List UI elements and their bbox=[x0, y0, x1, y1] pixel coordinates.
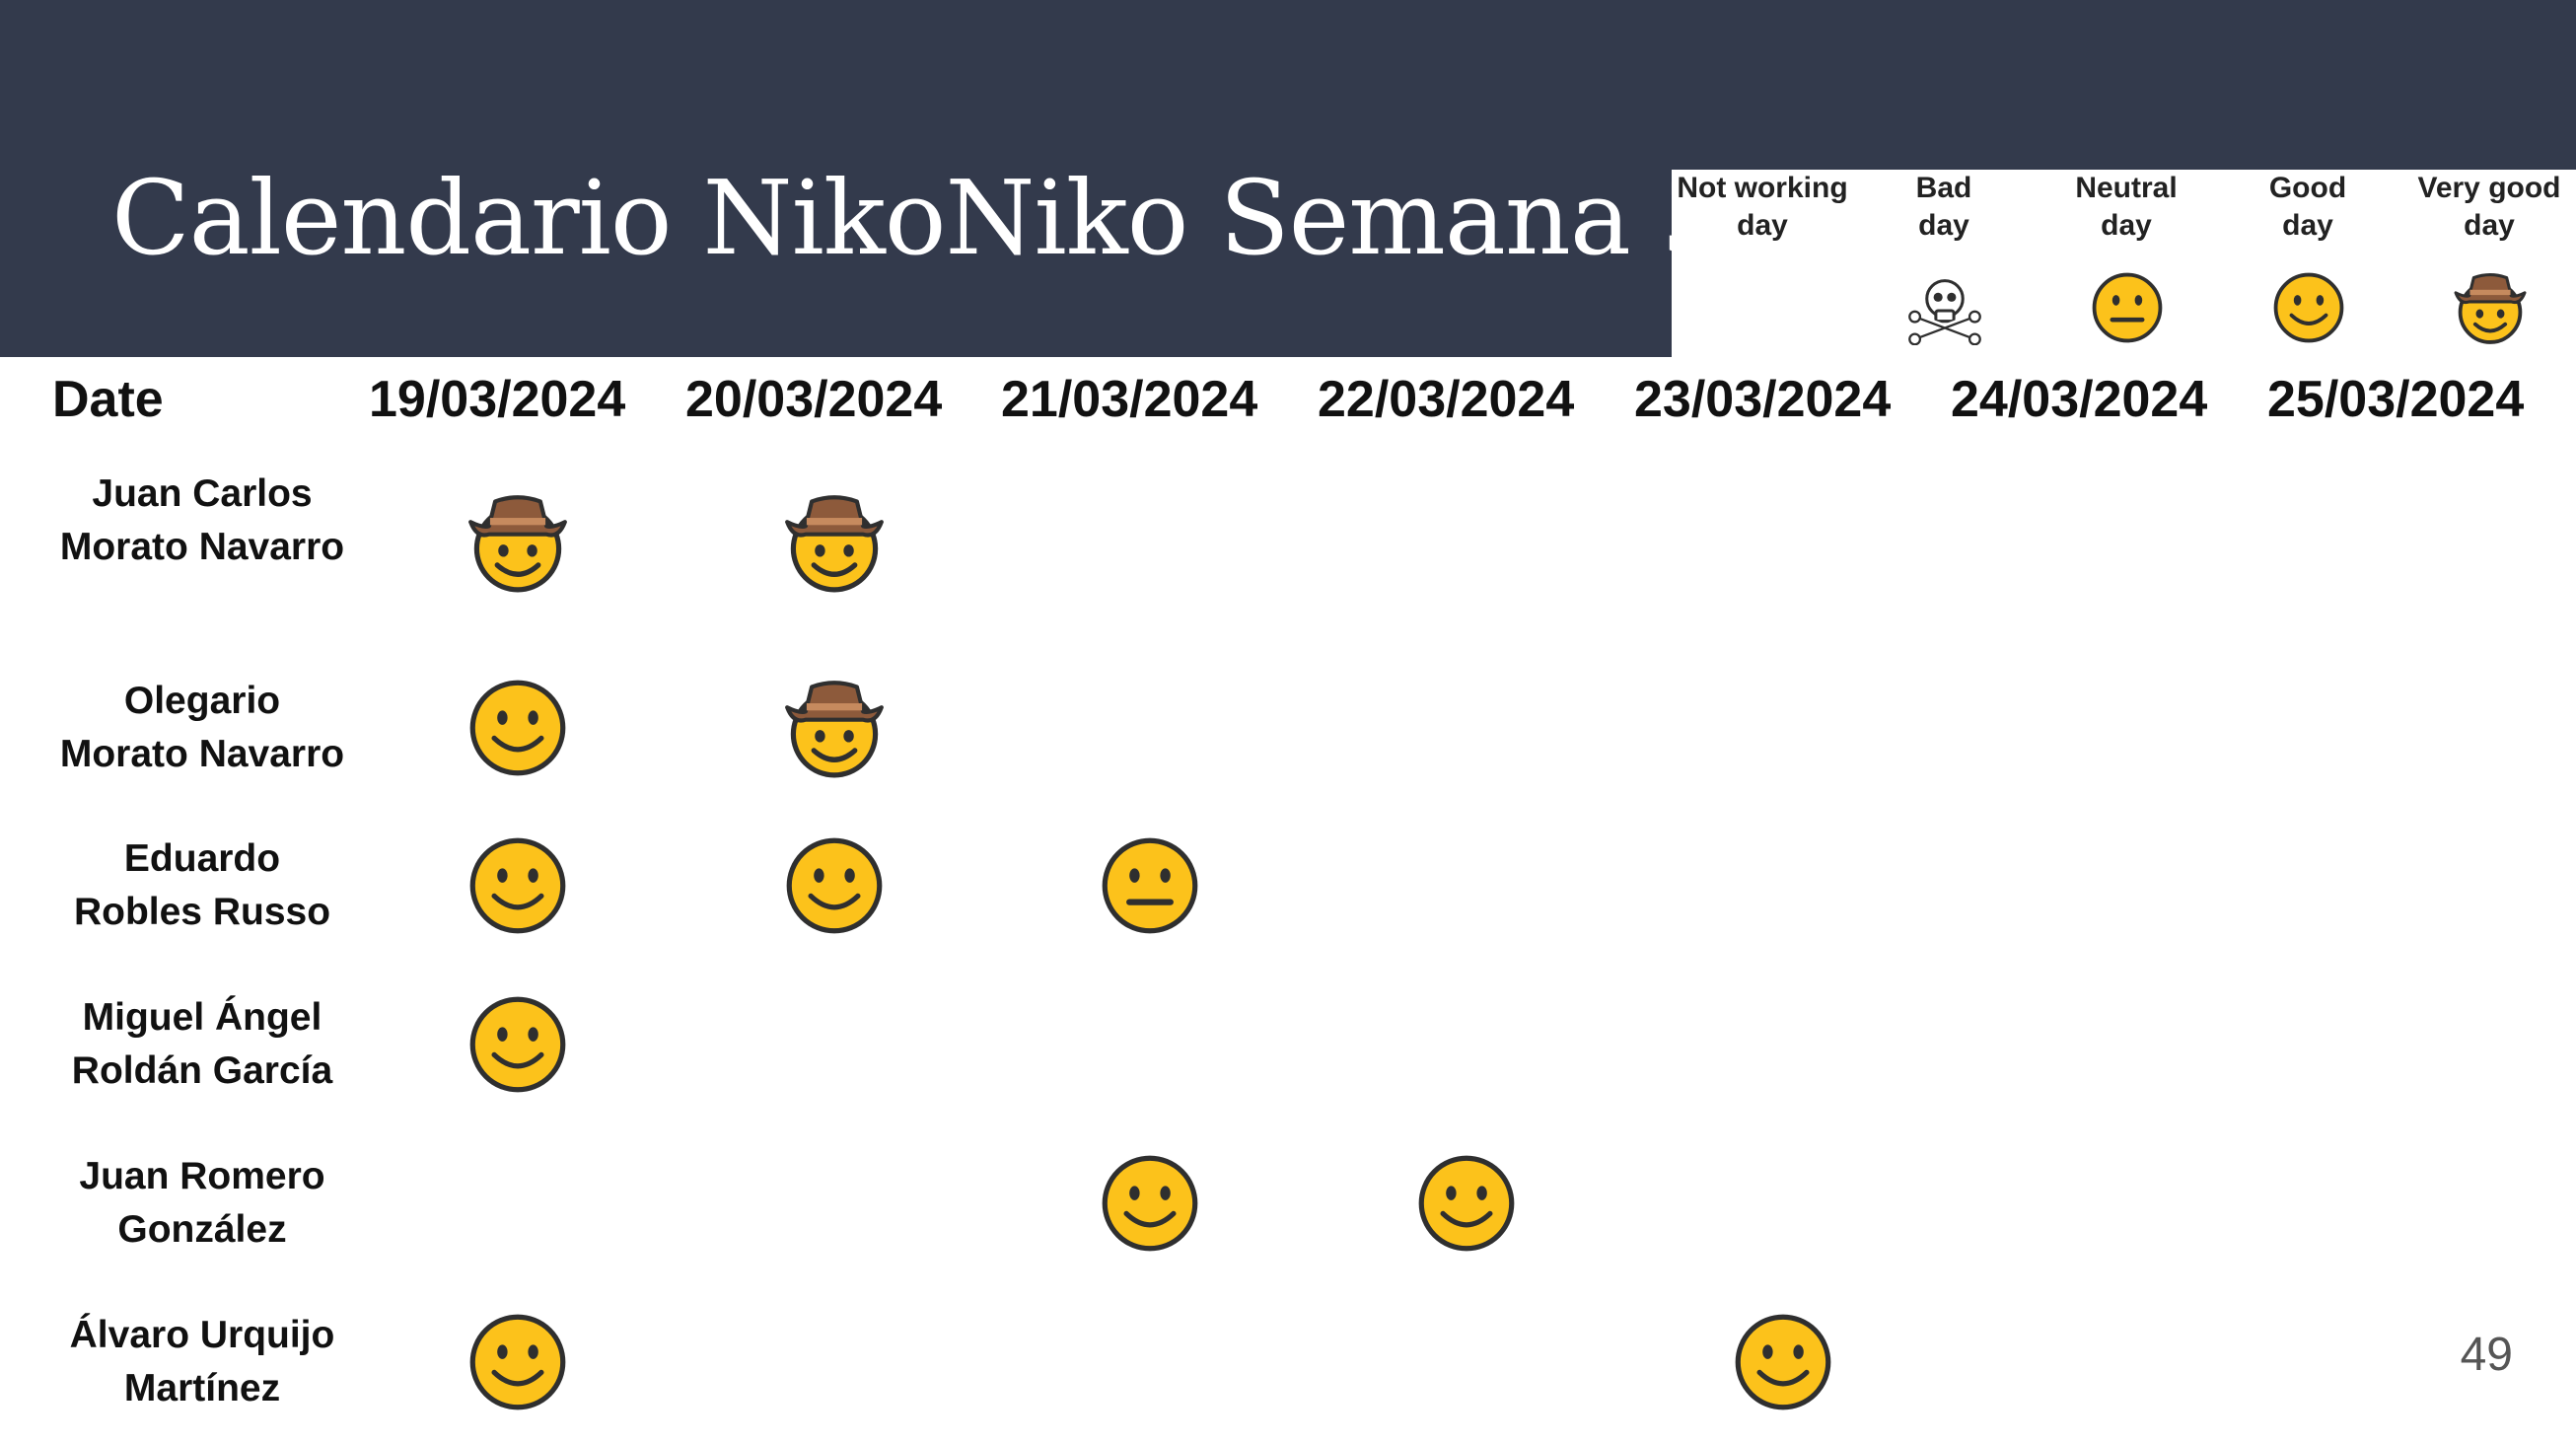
legend-item: Bad day bbox=[1853, 170, 2035, 345]
smiling-face-icon bbox=[1415, 1152, 1518, 1255]
smiling-face-icon bbox=[783, 834, 886, 937]
legend-item: Neutral day bbox=[2036, 170, 2217, 343]
person-last-name: Roldán García bbox=[71, 1049, 333, 1092]
date-column-header: 22/03/2024 bbox=[1318, 371, 1575, 428]
date-column-label: Date bbox=[52, 371, 164, 428]
person-name: Juan Carlos Morato Navarro bbox=[39, 468, 365, 574]
person-first-name: Miguel Ángel bbox=[82, 996, 322, 1039]
person-first-name: Olegario bbox=[123, 680, 281, 722]
legend-item: Not working day bbox=[1672, 170, 1853, 245]
person-first-name: Juan Carlos bbox=[92, 472, 313, 515]
smiling-face-icon bbox=[1732, 1311, 1834, 1413]
legend-label: day bbox=[1737, 209, 1788, 242]
smiling-face-icon bbox=[1099, 1152, 1201, 1255]
person-last-name: González bbox=[117, 1208, 287, 1251]
cowboy-face-icon bbox=[466, 491, 569, 594]
legend-label: day bbox=[2282, 209, 2333, 242]
person-last-name: Robles Russo bbox=[73, 891, 331, 933]
legend-label: day bbox=[2101, 209, 2152, 242]
skull-crossbones-icon bbox=[1907, 270, 1982, 345]
smiling-face-icon bbox=[466, 834, 569, 937]
neutral-face-icon bbox=[1099, 834, 1201, 937]
cowboy-face-icon bbox=[783, 677, 886, 779]
smiling-face-icon bbox=[466, 993, 569, 1096]
person-name: Miguel Ángel Roldán García bbox=[39, 991, 365, 1098]
person-last-name: Morato Navarro bbox=[59, 733, 345, 775]
page-number: 49 bbox=[2460, 1329, 2513, 1381]
legend-item: Very good day bbox=[2398, 170, 2576, 344]
legend-label: Neutral bbox=[2075, 172, 2178, 204]
cowboy-face-icon bbox=[783, 491, 886, 594]
legend-item: Good day bbox=[2217, 170, 2398, 343]
smiling-face-icon bbox=[466, 677, 569, 779]
legend-label: day bbox=[2464, 209, 2515, 242]
smiling-face-icon bbox=[466, 1311, 569, 1413]
person-last-name: Morato Navarro bbox=[59, 526, 345, 568]
person-first-name: Álvaro Urquijo bbox=[69, 1314, 335, 1356]
date-column-header: 25/03/2024 bbox=[2267, 371, 2525, 428]
date-column-header: 21/03/2024 bbox=[1001, 371, 1258, 428]
legend-label: Very good bbox=[2417, 172, 2561, 204]
person-name: Eduardo Robles Russo bbox=[39, 832, 365, 939]
legend-label: Not working bbox=[1677, 172, 1848, 204]
legend-label: day bbox=[1918, 209, 1969, 242]
slide-title: Calendario NikoNiko Semana 3 bbox=[111, 158, 1727, 278]
person-last-name: Martínez bbox=[123, 1367, 281, 1409]
person-name: Olegario Morato Navarro bbox=[39, 675, 365, 781]
legend-label: Good bbox=[2268, 172, 2347, 204]
person-name: Juan Romero González bbox=[39, 1150, 365, 1257]
person-first-name: Juan Romero bbox=[79, 1155, 325, 1197]
date-column-header: 23/03/2024 bbox=[1634, 371, 1892, 428]
neutral-face-icon bbox=[2090, 270, 2165, 345]
mood-legend: Not working day Bad day Neutral day Good day Ver… bbox=[1672, 170, 2576, 357]
person-first-name: Eduardo bbox=[123, 837, 281, 880]
date-column-header: 19/03/2024 bbox=[369, 371, 626, 428]
smiling-face-icon bbox=[2271, 270, 2346, 345]
person-name: Álvaro Urquijo Martínez bbox=[39, 1309, 365, 1415]
legend-label: Bad bbox=[1915, 172, 1972, 204]
date-column-header: 20/03/2024 bbox=[685, 371, 943, 428]
date-column-header: 24/03/2024 bbox=[1951, 371, 2208, 428]
cowboy-face-icon bbox=[2453, 270, 2528, 345]
